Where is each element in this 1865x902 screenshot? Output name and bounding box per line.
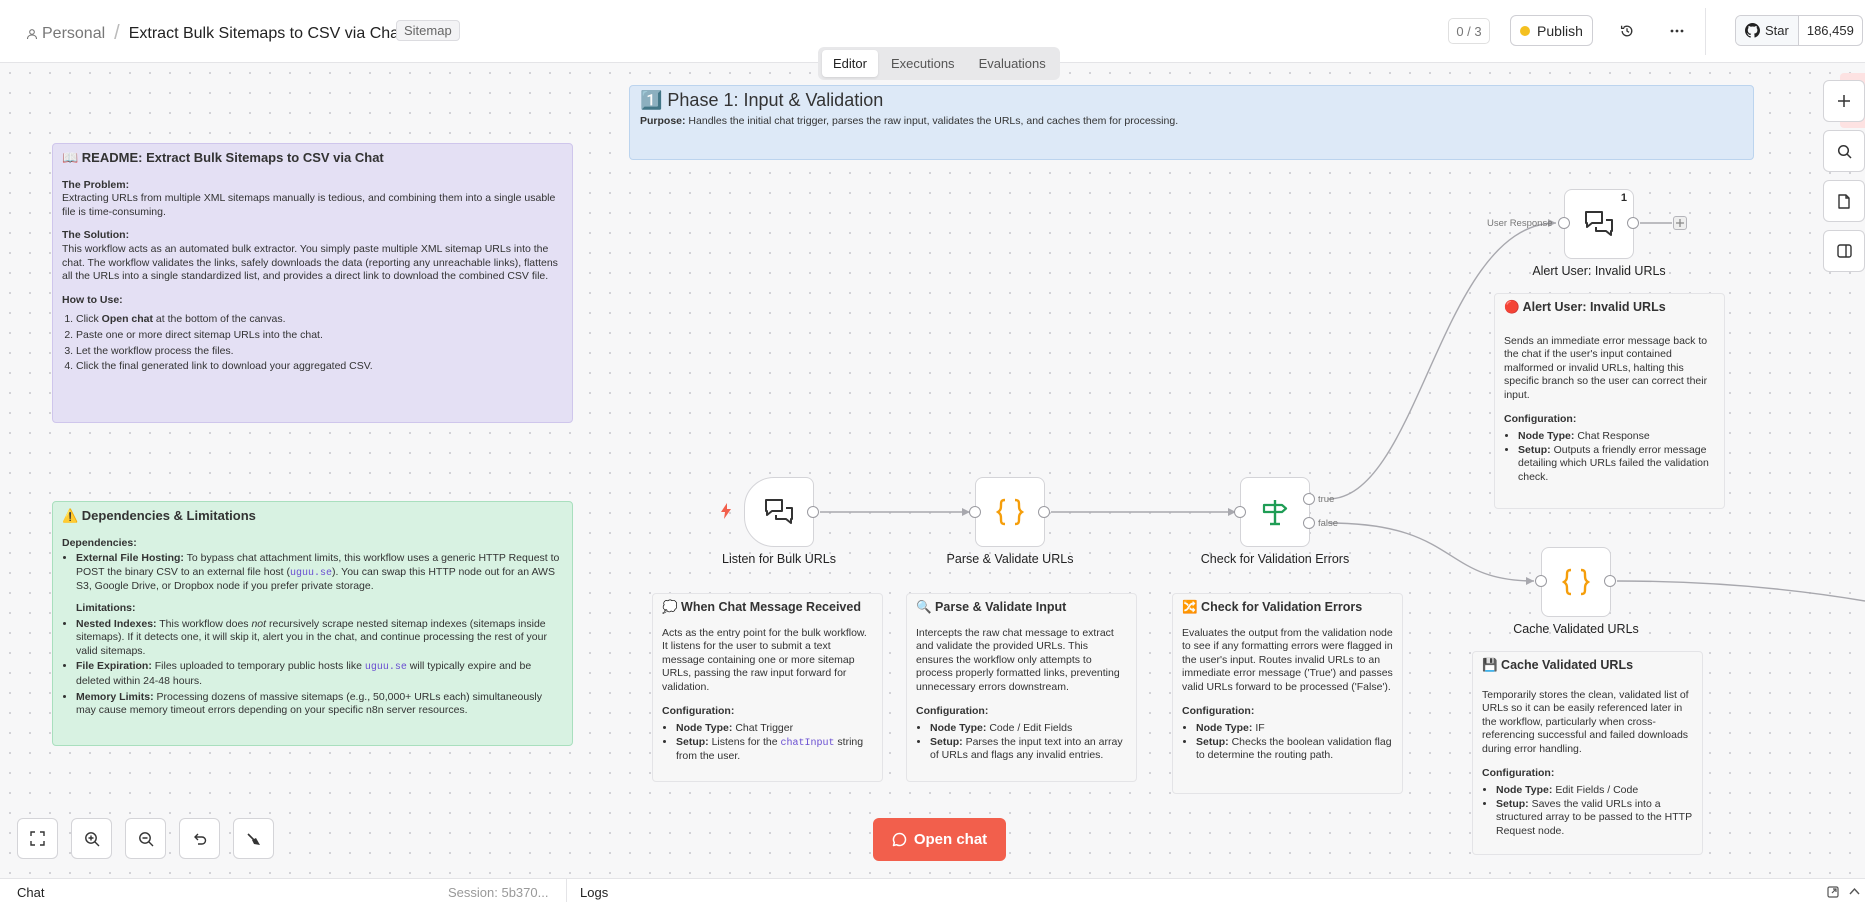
note-config-item: Setup: Saves the valid URLs into a struc… [1496,798,1693,839]
braces-icon [1560,566,1592,598]
output-port[interactable] [1627,217,1639,229]
note-config-item: Setup: Checks the boolean validation fla… [1196,736,1393,763]
bolt-icon [720,503,732,524]
note-config-list: Node Type: Edit Fields / Code Setup: Sav… [1496,784,1693,838]
input-port[interactable] [1535,575,1547,587]
zoom-out-icon [138,831,154,847]
node-label: Alert User: Invalid URLs [1532,264,1666,278]
node-label: Listen for Bulk URLs [722,552,836,566]
run-count-badge: 1 [1620,192,1627,204]
session-id: Session: 5b370... [448,885,549,900]
input-port[interactable] [1558,217,1570,229]
output-port[interactable] [807,506,819,518]
node-check-validation-errors[interactable] [1240,477,1310,547]
note-title: 💾 Cache Validated URLs [1482,658,1634,672]
panel-icon [1836,244,1852,258]
node-listen-for-bulk-urls[interactable] [744,477,814,547]
note-config-list: Node Type: Chat Trigger Setup: Listens f… [676,722,873,764]
note-config-item: Setup: Parses the input text into an arr… [930,736,1127,763]
note-title: 🔀 Check for Validation Errors [1182,600,1363,614]
undo-icon [192,832,207,846]
note-config-item: Node Type: Edit Fields / Code [1496,784,1693,798]
chevron-up-icon[interactable] [1849,887,1860,895]
plus-icon [1837,94,1851,108]
node-parse-validate-urls[interactable] [975,477,1045,547]
note-config-item: Node Type: Chat Trigger [676,722,873,736]
sticky-note-toolbar-button[interactable] [1823,180,1865,222]
note-body: Sends an immediate error message back to… [1504,334,1708,401]
false-branch-label: false [1318,518,1339,529]
note-config-list: Node Type: IF Setup: Checks the boolean … [1196,722,1393,763]
note-title: 🔍 Parse & Validate Input [916,600,1067,614]
true-branch-label: true [1318,494,1335,505]
note-config-heading: Configuration: [662,704,735,717]
note-config-item: Node Type: IF [1196,722,1393,736]
output-port-true[interactable] [1303,493,1315,505]
zoom-in-button[interactable] [71,818,112,859]
node-alert-user-invalid-urls[interactable]: 1 [1564,189,1634,259]
user-response-label: User Response [1487,218,1553,229]
sticky-note-icon [1837,193,1851,209]
output-port-false[interactable] [1303,517,1315,529]
note-config-item: Setup: Listens for the chatInput string … [676,736,873,764]
note-config-heading: Configuration: [1504,412,1577,425]
fit-view-icon [30,831,45,846]
logs-panel-title[interactable]: Logs [580,885,608,900]
tidy-up-icon [246,831,262,847]
input-port[interactable] [969,506,981,518]
note-config-heading: Configuration: [1182,704,1255,717]
note-title: 💭 When Chat Message Received [662,600,861,614]
note-body: Intercepts the raw chat message to extra… [916,626,1120,693]
chat-bubble-icon [892,832,907,847]
node-label: Check for Validation Errors [1200,552,1350,566]
zoom-in-icon [84,831,100,847]
add-node-button[interactable] [1673,216,1687,230]
output-port[interactable] [1038,506,1050,518]
chat-trigger-description-note[interactable]: 💭 When Chat Message Received Acts as the… [652,593,883,782]
chat-icon [763,497,795,527]
node-label: Cache Validated URLs [1513,622,1639,636]
add-node-toolbar-button[interactable] [1823,80,1865,122]
search-toolbar-button[interactable] [1823,130,1865,172]
note-config-heading: Configuration: [1482,766,1555,779]
chat-icon [1583,209,1615,239]
cache-urls-description-note[interactable]: 💾 Cache Validated URLs Temporarily store… [1472,651,1703,855]
zoom-out-button[interactable] [125,818,166,859]
tidy-up-button[interactable] [233,818,274,859]
chat-panel-title[interactable]: Chat [17,885,44,900]
node-label: Parse & Validate URLs [946,552,1074,566]
braces-icon [994,496,1026,528]
note-config-heading: Configuration: [916,704,989,717]
open-chat-label: Open chat [913,831,988,848]
node-cache-validated-urls[interactable] [1541,547,1611,617]
panel-divider [566,879,567,902]
note-config-list: Node Type: Code / Edit Fields Setup: Par… [930,722,1127,763]
note-body: Acts as the entry point for the bulk wor… [662,626,867,693]
undo-button[interactable] [179,818,220,859]
output-port[interactable] [1604,575,1616,587]
plus-icon [1676,219,1684,227]
signpost-icon [1260,497,1290,527]
note-config-item: Node Type: Code / Edit Fields [930,722,1127,736]
note-body: Evaluates the output from the validation… [1182,626,1393,693]
alert-user-description-note[interactable]: 🔴 Alert User: Invalid URLs Sends an imme… [1494,293,1725,509]
note-config-item: Setup: Outputs a friendly error message … [1518,444,1715,485]
connection-line [1616,580,1865,602]
parse-validate-description-note[interactable]: 🔍 Parse & Validate Input Intercepts the … [906,593,1137,782]
app-root: Personal / Extract Bulk Sitemaps to CSV … [0,0,1865,902]
note-config-list: Node Type: Chat Response Setup: Outputs … [1518,430,1715,484]
check-errors-description-note[interactable]: 🔀 Check for Validation Errors Evaluates … [1172,593,1403,794]
open-chat-button[interactable]: Open chat [873,818,1006,861]
note-body: Temporarily stores the clean, validated … [1482,688,1689,755]
connection-arrow [1526,577,1534,585]
note-config-item: Node Type: Chat Response [1518,430,1715,444]
bottom-panel: Chat Session: 5b370... Logs [0,878,1865,902]
note-title: 🔴 Alert User: Invalid URLs [1504,300,1666,314]
fit-view-button[interactable] [17,818,58,859]
search-icon [1837,144,1852,159]
panel-toolbar-button[interactable] [1823,230,1865,272]
connection-line [1327,522,1535,582]
input-port[interactable] [1234,506,1246,518]
popout-icon[interactable] [1827,886,1839,898]
